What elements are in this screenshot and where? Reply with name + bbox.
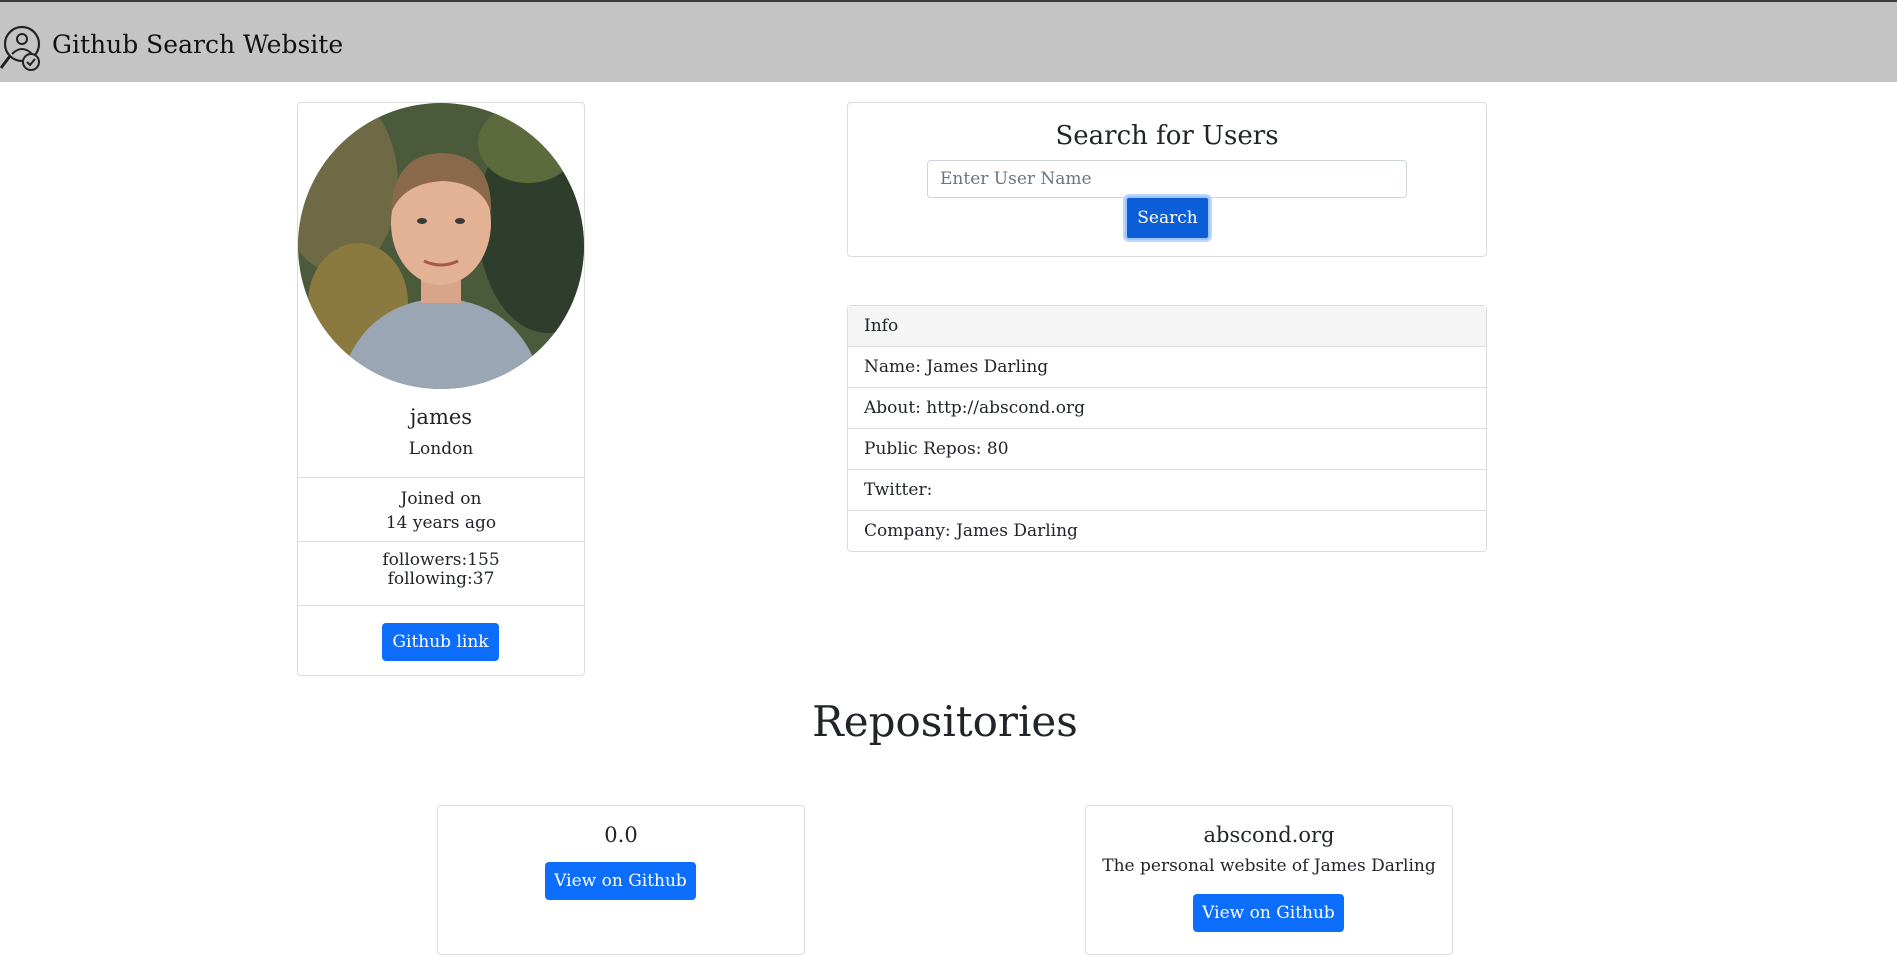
info-twitter: Twitter: — [848, 470, 1486, 511]
github-link-button[interactable]: Github link — [382, 623, 499, 661]
profile-follow-stats: followers:155 following:37 — [298, 551, 584, 589]
repo-card: abscond.org The personal website of Jame… — [1085, 805, 1453, 955]
info-public-repos: Public Repos: 80 — [848, 429, 1486, 470]
profile-joined: Joined on 14 years ago — [298, 487, 584, 535]
avatar — [298, 103, 584, 389]
view-on-github-button[interactable]: View on Github — [545, 862, 696, 900]
view-on-github-button[interactable]: View on Github — [1193, 894, 1344, 932]
following-count: following:37 — [387, 569, 495, 589]
search-card: Search for Users Search — [847, 102, 1487, 257]
search-button[interactable]: Search — [1125, 196, 1210, 240]
joined-label: Joined on — [400, 489, 482, 509]
repo-description: The personal website of James Darling — [1102, 856, 1436, 876]
info-about: About: http://abscond.org — [848, 388, 1486, 429]
navbar: Github Search Website — [0, 0, 1897, 82]
repositories-title: Repositories — [812, 697, 1078, 746]
search-input[interactable] — [927, 160, 1407, 198]
profile-photo — [298, 103, 584, 389]
info-list: Info Name: James Darling About: http://a… — [847, 305, 1487, 552]
repo-card: 0.0 View on Github — [437, 805, 805, 955]
profile-location: London — [408, 439, 474, 459]
info-company: Company: James Darling — [864, 521, 1078, 541]
followers-count: followers:155 — [382, 550, 500, 570]
search-title: Search for Users — [1055, 121, 1279, 151]
divider — [298, 605, 584, 606]
divider — [298, 477, 584, 478]
user-search-icon[interactable] — [0, 24, 44, 74]
divider — [298, 541, 584, 542]
profile-card: james London Joined on 14 years ago foll… — [297, 102, 585, 676]
info-name: Name: James Darling — [848, 347, 1486, 388]
repo-name: abscond.org — [1203, 823, 1335, 847]
profile-login: james — [409, 405, 473, 429]
brand-title[interactable]: Github Search Website — [52, 30, 343, 59]
joined-value: 14 years ago — [385, 513, 497, 533]
repo-name: 0.0 — [604, 823, 638, 847]
info-header: Info — [848, 306, 1486, 347]
